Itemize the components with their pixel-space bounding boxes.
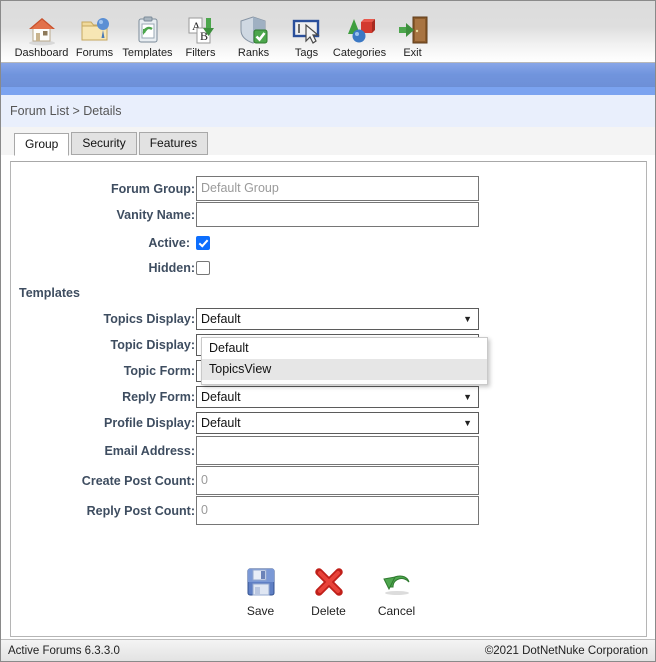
breadcrumb[interactable]: Forum List > Details [10,104,122,118]
exit-door-icon [393,12,433,46]
forum-group-input[interactable]: Default Group [196,176,479,201]
profile-display-label: Profile Display: [104,415,195,430]
save-button-label: Save [246,604,275,618]
header-accent-bar [1,63,655,87]
toolbar-label: Categories [332,47,387,59]
dropdown-option-default[interactable]: Default [202,338,487,359]
reply-form-select[interactable]: Default ▼ [196,385,479,408]
field-row-reply-form: Reply Form: Default ▼ [11,384,646,409]
templates-section-row: Templates [11,281,646,305]
email-address-input[interactable] [196,436,479,465]
ab-filter-icon: A B [181,12,221,46]
tab-group[interactable]: Group [14,133,70,156]
topic-form-label: Topic Form: [123,363,195,378]
chevron-down-icon: ▼ [463,391,472,402]
tab-features[interactable]: Features [138,132,209,155]
profile-display-select[interactable]: Default ▼ [196,411,479,434]
field-row-forum-group: Forum Group: Default Group [11,176,646,201]
tab-security[interactable]: Security [71,132,137,155]
field-row-email-address: Email Address: [11,436,646,465]
topics-display-value: Default [201,311,241,326]
field-row-create-post-count: Create Post Count: 0 [11,466,646,495]
chevron-down-icon: ▼ [463,417,472,428]
field-row-active: Active: [11,231,646,255]
header-accent-strip [1,87,655,95]
dropdown-option-topicsview[interactable]: TopicsView [202,359,487,380]
delete-button[interactable]: Delete [302,562,356,618]
topics-display-label: Topics Display: [103,311,195,326]
field-row-vanity-name: Vanity Name: [11,202,646,227]
topic-display-label: Topic Display: [110,337,195,352]
toolbar-label: Ranks [237,47,270,59]
reply-form-label: Reply Form: [122,389,195,404]
action-button-bar: Save Delete Cancel [11,562,646,618]
toolbar-item-filters[interactable]: A B Filters [174,12,227,60]
toolbar-label: Exit [403,47,422,59]
green-undo-arrow-icon [380,562,414,602]
create-post-count-input[interactable]: 0 [196,466,479,495]
status-bar: Active Forums 6.3.3.0 ©2021 DotNetNuke C… [1,639,655,661]
house-icon [22,12,62,46]
toolbar-item-dashboard[interactable]: Dashboard [15,12,68,60]
toolbar-item-exit[interactable]: Exit [386,12,439,60]
create-post-count-label: Create Post Count: [81,473,195,488]
hidden-checkbox[interactable] [196,261,210,275]
field-row-reply-post-count: Reply Post Count: 0 [11,496,646,525]
save-button[interactable]: Save [234,562,288,618]
toolbar-label: Tags [294,47,319,59]
reply-form-value: Default [201,389,241,404]
templates-section-header: Templates [19,286,80,300]
cancel-button[interactable]: Cancel [370,562,424,618]
chevron-down-icon: ▼ [463,313,472,324]
email-address-label: Email Address: [104,443,195,458]
toolbar-item-tags[interactable]: Tags [280,12,333,60]
profile-display-value: Default [201,415,241,430]
clipboard-refresh-icon [128,12,168,46]
shapes-icon [340,12,380,46]
version-label: Active Forums 6.3.3.0 [8,644,120,657]
toolbar-label: Forums [75,47,114,59]
tab-bar: Group Security Features [1,127,655,156]
hidden-label: Hidden: [148,261,195,275]
toolbar-item-categories[interactable]: Categories [333,12,386,60]
toolbar-label: Templates [122,47,173,59]
field-row-topics-display: Topics Display: Default ▼ [11,306,646,331]
floppy-disk-icon [244,562,278,602]
active-checkbox[interactable] [196,236,210,250]
main-toolbar: Dashboard Forums Templates A B Filters R… [1,1,655,63]
vanity-name-label: Vanity Name: [116,207,195,222]
shield-check-icon [234,12,274,46]
toolbar-label: Filters [185,47,216,59]
field-row-profile-display: Profile Display: Default ▼ [11,410,646,435]
toolbar-item-ranks[interactable]: Ranks [227,12,280,60]
delete-button-label: Delete [311,604,346,618]
active-forums-admin-window: Dashboard Forums Templates A B Filters R… [0,0,656,662]
red-x-icon [312,562,346,602]
topics-display-dropdown-list[interactable]: Default TopicsView [201,337,488,385]
toolbar-item-forums[interactable]: Forums [68,12,121,60]
vanity-name-input[interactable] [196,202,479,227]
cancel-button-label: Cancel [377,604,416,618]
topics-display-select[interactable]: Default ▼ [196,307,479,330]
group-form: Forum Group: Default Group Vanity Name: … [11,162,646,618]
group-settings-panel: Forum Group: Default Group Vanity Name: … [10,161,647,637]
cursor-select-icon [287,12,327,46]
copyright-label: ©2021 DotNetNuke Corporation [484,644,648,657]
breadcrumb-bar: Forum List > Details [1,95,655,127]
toolbar-item-templates[interactable]: Templates [121,12,174,60]
folder-pin-icon [75,12,115,46]
reply-post-count-input[interactable]: 0 [196,496,479,525]
reply-post-count-label: Reply Post Count: [86,503,195,518]
forum-group-label: Forum Group: [110,181,195,196]
toolbar-label: Dashboard [14,47,69,59]
field-row-hidden: Hidden: [11,256,646,280]
active-label: Active: [148,236,190,250]
